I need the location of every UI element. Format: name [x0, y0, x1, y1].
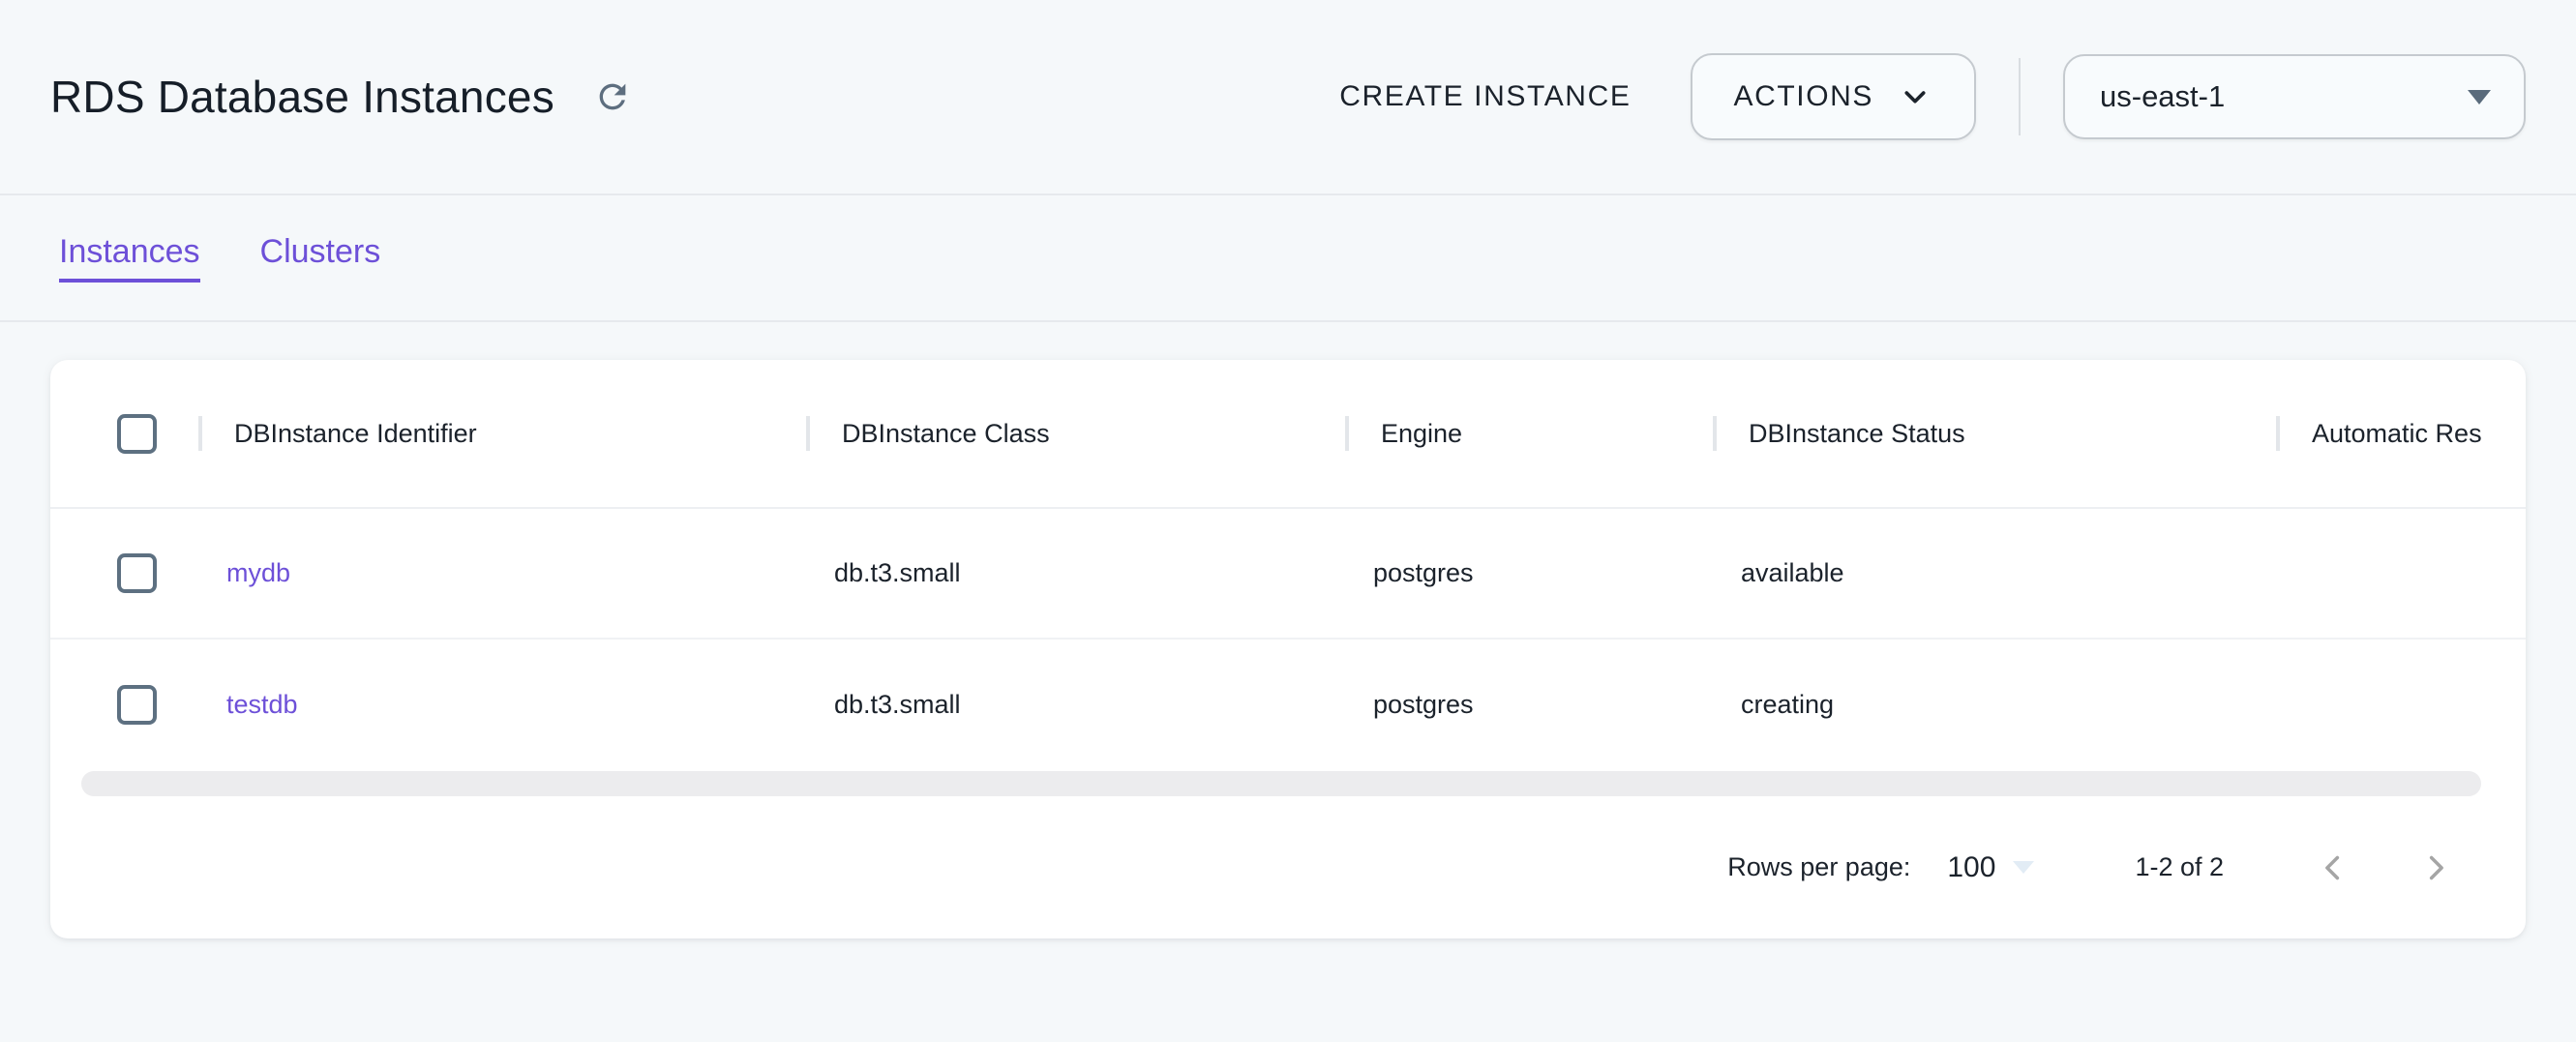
region-selector[interactable]: us-east-1	[2063, 54, 2526, 139]
chevron-right-icon	[2415, 848, 2456, 888]
column-divider	[2276, 416, 2280, 451]
rows-per-page-label: Rows per page:	[1727, 852, 1910, 882]
row-checkbox[interactable]	[117, 553, 157, 593]
create-instance-button[interactable]: CREATE INSTANCE	[1339, 80, 1631, 113]
pagination-bar: Rows per page: 100 1-2 of 2	[50, 796, 2526, 938]
refresh-button[interactable]	[587, 72, 638, 122]
horizontal-scrollbar[interactable]	[81, 771, 2481, 796]
content-area: DBInstance Identifier DBInstance Class E…	[0, 322, 2576, 938]
tab-clusters[interactable]: Clusters	[260, 233, 381, 283]
column-divider	[1713, 416, 1717, 451]
column-header-automatic-res: Automatic Res	[2312, 419, 2482, 449]
instances-table-card: DBInstance Identifier DBInstance Class E…	[50, 360, 2526, 938]
column-header-identifier: DBInstance Identifier	[234, 419, 477, 449]
pagination-range: 1-2 of 2	[2135, 852, 2224, 882]
cell-db-class: db.t3.small	[806, 690, 1345, 720]
table-header-row: DBInstance Identifier DBInstance Class E…	[50, 360, 2526, 509]
tab-instances[interactable]: Instances	[59, 233, 200, 283]
instance-link[interactable]: testdb	[226, 690, 298, 719]
triangle-down-icon	[2468, 90, 2491, 104]
page-header: RDS Database Instances CREATE INSTANCE A…	[0, 0, 2576, 195]
select-all-checkbox[interactable]	[117, 414, 157, 454]
column-divider	[198, 416, 202, 451]
header-vertical-divider	[2019, 58, 2021, 135]
actions-button-label: ACTIONS	[1733, 80, 1873, 113]
column-divider	[806, 416, 810, 451]
table-row: testdb db.t3.small postgres creating	[50, 640, 2526, 770]
tabs-bar: Instances Clusters	[0, 195, 2576, 322]
next-page-button[interactable]	[2415, 848, 2456, 888]
previous-page-button[interactable]	[2313, 848, 2353, 888]
cell-status: creating	[1713, 690, 2276, 720]
column-header-engine: Engine	[1381, 419, 1462, 449]
instance-link[interactable]: mydb	[226, 558, 290, 587]
cell-db-class: db.t3.small	[806, 558, 1345, 588]
cell-status: available	[1713, 558, 2276, 588]
page-title: RDS Database Instances	[50, 71, 554, 123]
cell-engine: postgres	[1345, 690, 1713, 720]
refresh-icon	[593, 77, 632, 116]
table-row: mydb db.t3.small postgres available	[50, 509, 2526, 640]
region-selector-value: us-east-1	[2100, 79, 2225, 114]
column-header-status: DBInstance Status	[1749, 419, 1965, 449]
row-checkbox[interactable]	[117, 685, 157, 725]
chevron-left-icon	[2313, 848, 2353, 888]
actions-button[interactable]: ACTIONS	[1691, 53, 1976, 140]
triangle-down-icon	[2013, 861, 2034, 874]
cell-engine: postgres	[1345, 558, 1713, 588]
chevron-down-icon	[1897, 78, 1933, 115]
rows-per-page-select[interactable]: 100	[1947, 851, 1995, 884]
column-header-class: DBInstance Class	[842, 419, 1050, 449]
column-divider	[1345, 416, 1349, 451]
